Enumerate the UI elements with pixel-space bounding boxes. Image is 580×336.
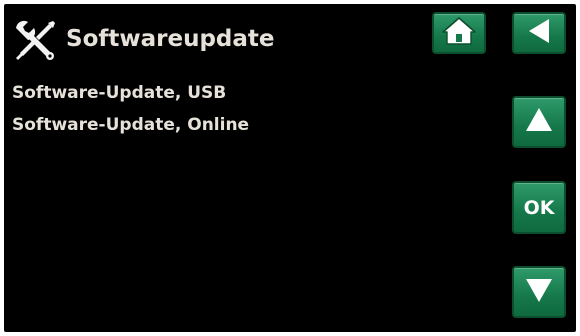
down-arrow-icon [523, 275, 555, 309]
ok-button[interactable]: OK [512, 181, 566, 234]
tools-icon [12, 20, 56, 64]
menu-list: Software-Update, USB Software-Update, On… [12, 77, 492, 141]
home-icon [441, 16, 477, 50]
scroll-up-button[interactable] [512, 96, 566, 148]
up-arrow-icon [523, 105, 555, 139]
home-button[interactable] [432, 12, 486, 54]
page-title: Softwareupdate [66, 26, 275, 52]
menu-item-usb-update[interactable]: Software-Update, USB [12, 77, 492, 109]
menu-item-online-update[interactable]: Software-Update, Online [12, 109, 492, 141]
display-screen: Softwareupdate Software-Update, USB Soft… [4, 4, 576, 332]
scroll-down-button[interactable] [512, 266, 566, 318]
ok-label: OK [523, 196, 555, 219]
back-button[interactable] [512, 12, 566, 54]
back-arrow-icon [524, 16, 554, 50]
header: Softwareupdate [4, 4, 576, 76]
